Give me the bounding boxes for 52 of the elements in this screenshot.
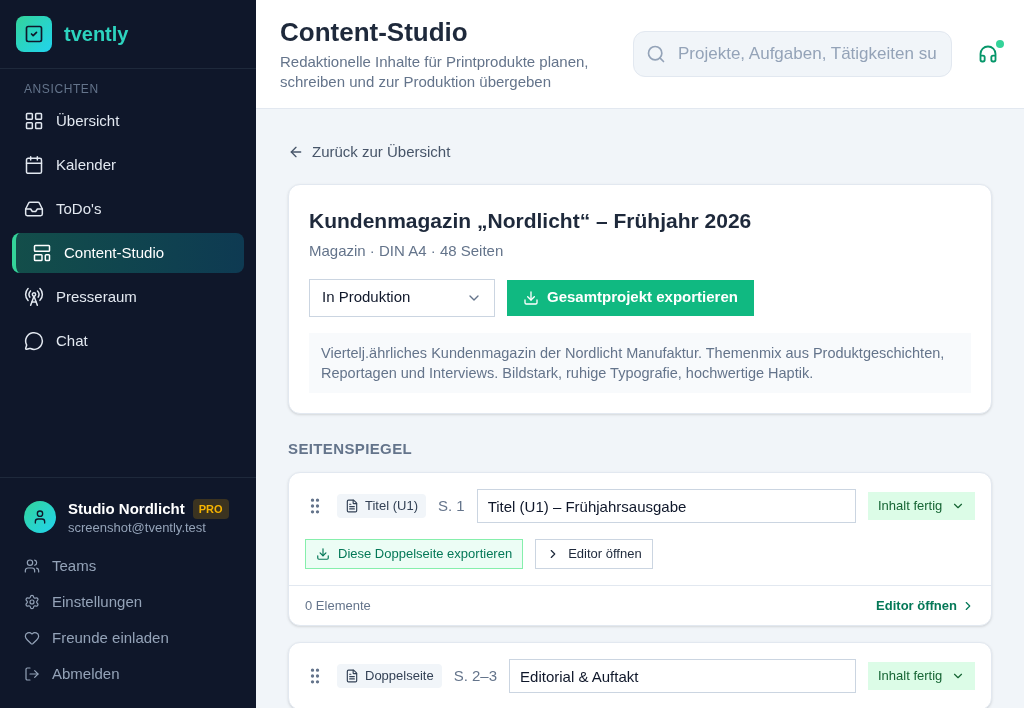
section-title: SEITENSPIEGEL <box>288 438 414 459</box>
users-icon <box>24 558 40 574</box>
page-number: S. 1 <box>437 495 465 516</box>
open-editor-button[interactable]: Editor öffnen <box>535 539 653 569</box>
avatar <box>24 500 56 533</box>
export-spread-button[interactable]: Diese Doppelseite exportieren <box>305 539 524 569</box>
status-dropdown[interactable]: Inhalt fertig <box>868 662 975 690</box>
status-dropdown[interactable]: Inhalt fertig <box>868 492 975 520</box>
nav-item[interactable]: Kalender <box>12 145 244 185</box>
menu-item[interactable]: Freunde einladen <box>24 620 232 656</box>
settings-icon <box>24 594 40 610</box>
page-subtitle: Redaktionelle Inhalte für Printprodukte planen, schreiben und zur Produktion übergeben <box>280 52 590 92</box>
status-select[interactable]: In Produktion <box>309 278 495 317</box>
nav-item[interactable]: Chat <box>12 321 244 361</box>
download-icon <box>523 289 539 306</box>
layout-icon <box>32 243 52 263</box>
plan-badge: PRO <box>192 498 229 519</box>
calendar-icon <box>24 155 44 175</box>
project-title: Kundenmagazin „Nordlicht“ – Frühjahr 2026 <box>309 207 753 234</box>
nav-item[interactable]: Presseraum <box>12 277 244 317</box>
element-count: 0 Elemente <box>305 596 371 615</box>
project-description: Viertelj.ährliches Kundenmagazin der Nordlicht Manufaktur. Themenmix aus Produktgeschichten, Reportagen und Interviews. Bildstark, ruhige Typografie, hochwertige Haptik. <box>309 332 971 393</box>
page-type-tag: Titel (U1) <box>337 494 426 518</box>
brand-name: tvently <box>64 22 129 47</box>
back-link[interactable]: Zurück zur Übersicht <box>288 141 451 164</box>
page-title-field[interactable]: Editorial & Auftakt <box>509 659 856 693</box>
document-icon <box>345 499 359 513</box>
document-icon <box>345 669 359 683</box>
nav-item[interactable]: Content-Studio <box>12 233 244 273</box>
page-title: Content-Studio <box>280 16 469 48</box>
open-editor-link[interactable]: Editor öffnen <box>876 595 975 616</box>
search-icon <box>646 44 666 64</box>
menu-item[interactable]: Einstellungen <box>24 584 232 620</box>
page-title-field[interactable]: Titel (U1) – Frühjahrsausgabe <box>476 489 856 523</box>
chat-icon <box>24 331 44 351</box>
antenna-icon <box>24 287 44 307</box>
nav-item[interactable]: Übersicht <box>12 101 244 141</box>
account-email: screenshot@tvently.test <box>68 520 207 536</box>
logout-icon <box>24 666 40 682</box>
menu-item[interactable]: Teams <box>24 548 232 584</box>
section-label: ANSICHTEN <box>23 81 100 98</box>
inbox-icon <box>24 199 44 219</box>
menu-item[interactable]: Abmelden <box>24 656 232 692</box>
logo-icon <box>16 16 52 52</box>
grid-icon <box>24 111 44 131</box>
page-type-tag: Doppelseite <box>337 664 442 688</box>
project-meta: Magazin · DIN A4 · 48 Seiten <box>309 241 505 261</box>
heart-icon <box>24 630 40 646</box>
page-number: S. 2–3 <box>453 665 498 686</box>
account-name: Studio Nordlicht <box>68 498 185 519</box>
nav-item[interactable]: ToDo's <box>12 189 244 229</box>
download-icon <box>316 547 330 561</box>
